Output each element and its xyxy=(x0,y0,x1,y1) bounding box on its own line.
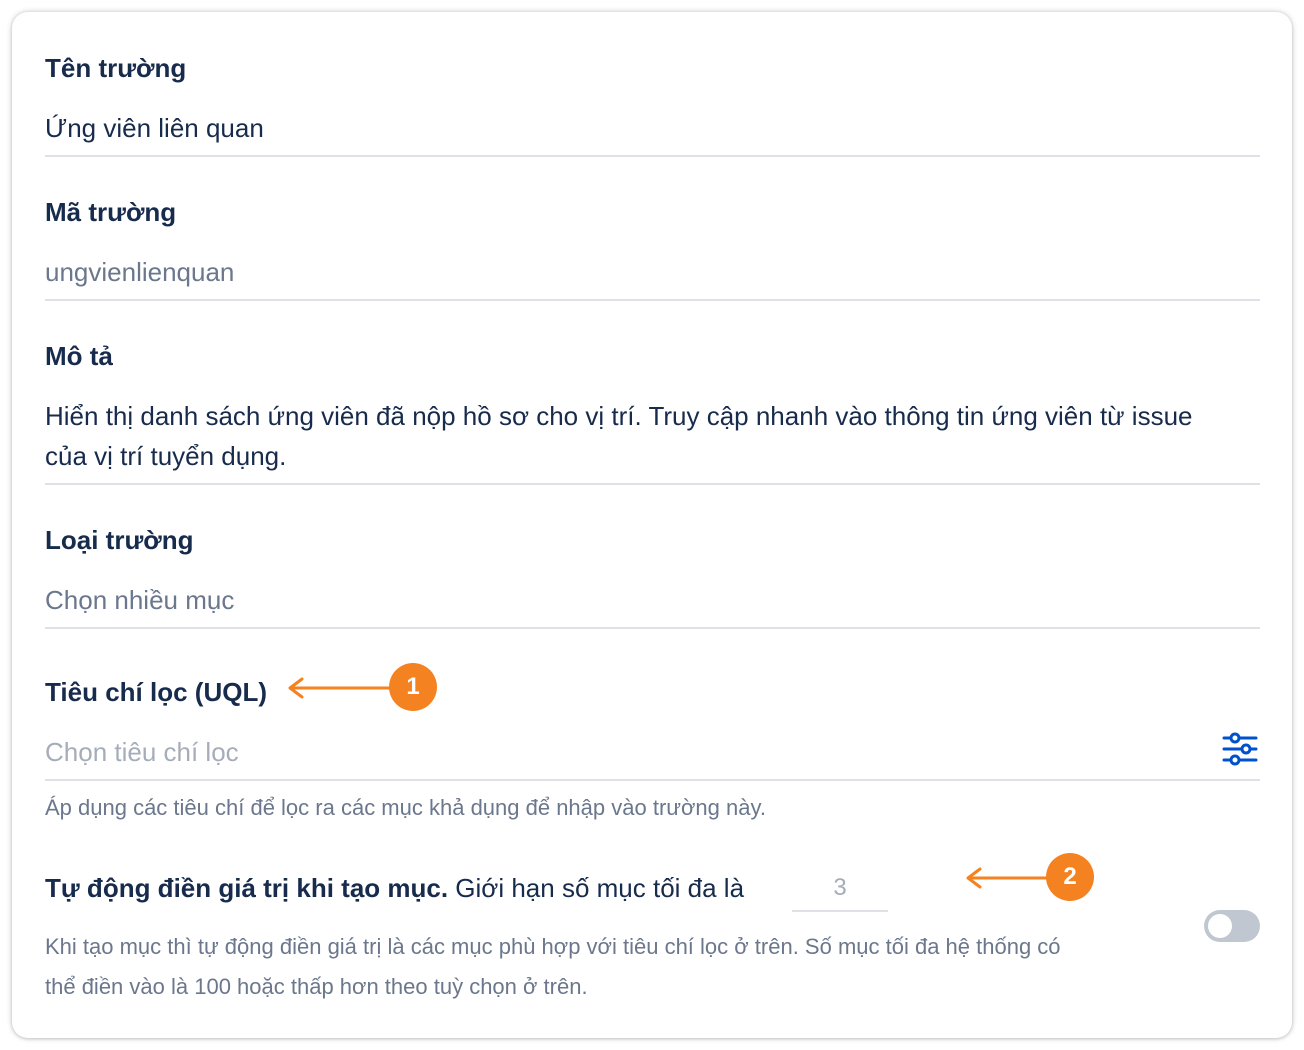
divider xyxy=(45,155,1260,157)
field-key-value: ungvienlienquan xyxy=(45,257,235,287)
divider xyxy=(45,299,1260,301)
field-type-select[interactable]: Chọn nhiều mục xyxy=(45,580,234,620)
autofill-helper: Khi tạo mục thì tự động điền giá trị là … xyxy=(45,934,1061,999)
divider xyxy=(45,483,1260,485)
filter-sliders-icon[interactable] xyxy=(1222,731,1258,767)
autofill-toggle[interactable] xyxy=(1204,910,1260,942)
divider xyxy=(45,627,1260,629)
description-input[interactable]: Hiển thị danh sách ứng viên đã nộp hồ sơ… xyxy=(45,396,1225,476)
filter-criteria-helper: Áp dụng các tiêu chí để lọc ra các mục k… xyxy=(45,795,766,820)
field-type-label: Loại trường xyxy=(45,525,194,555)
filter-criteria-input[interactable]: Chọn tiêu chí lọc xyxy=(45,732,239,772)
filter-criteria-label: Tiêu chí lọc (UQL) xyxy=(45,677,267,707)
field-name-input[interactable]: Ứng viên liên quan xyxy=(45,108,264,148)
annotation-badge-2: 2 xyxy=(1046,853,1094,901)
field-key-label: Mã trường xyxy=(45,197,177,227)
toggle-knob xyxy=(1208,914,1232,938)
description-label: Mô tả xyxy=(45,341,113,371)
field-settings-card: Tên trường Ứng viên liên quan Mã trường … xyxy=(12,12,1292,1038)
annotation-arrow-1 xyxy=(288,677,390,699)
autofill-label: Tự động điền giá trị khi tạo mục. Giới h… xyxy=(45,868,744,908)
autofill-label-bold: Tự động điền giá trị khi tạo mục. xyxy=(45,873,449,903)
annotation-arrow-2 xyxy=(966,867,1050,889)
divider xyxy=(45,779,1260,781)
autofill-label-rest: Giới hạn số mục tối đa là xyxy=(448,873,745,903)
field-name-label: Tên trường xyxy=(45,53,187,83)
annotation-badge-1: 1 xyxy=(389,663,437,711)
autofill-limit-input[interactable]: 3 xyxy=(792,868,888,912)
